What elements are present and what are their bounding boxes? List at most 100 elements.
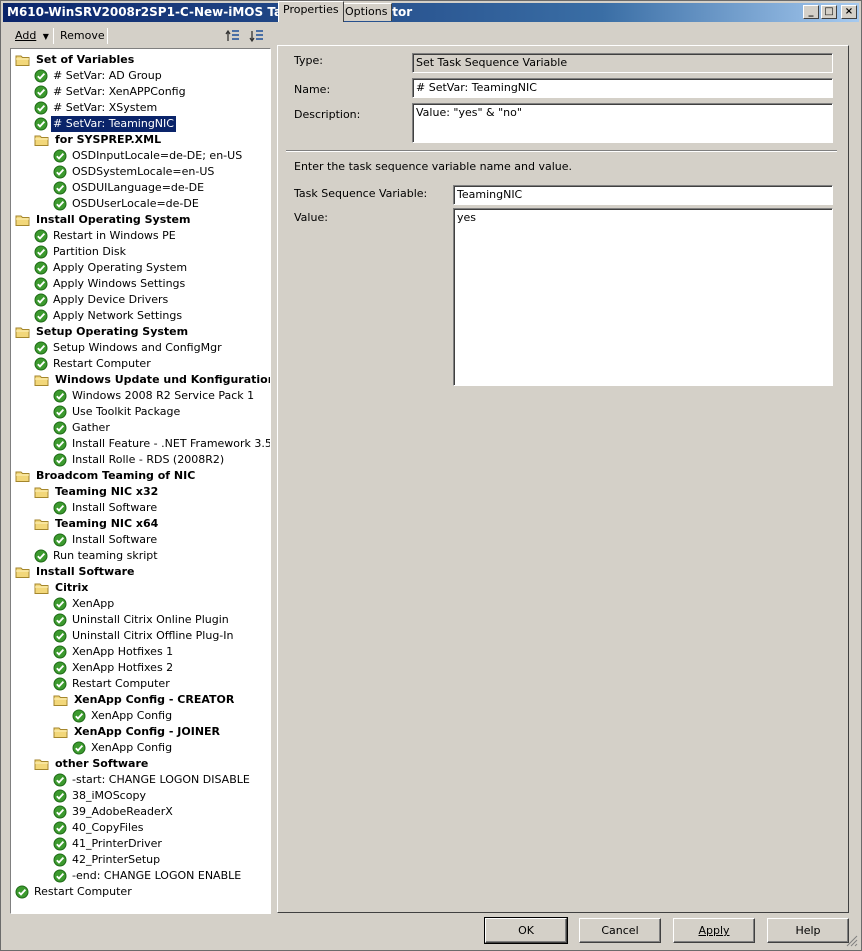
tree-step[interactable]: # SetVar: XSystem [34, 100, 159, 116]
tree-step[interactable]: 41_PrinterDriver [53, 836, 164, 852]
tab-properties[interactable]: Properties [278, 1, 344, 22]
name-input[interactable]: # SetVar: TeamingNIC [412, 78, 833, 98]
check-icon [34, 69, 48, 83]
tree-item-label: 41_PrinterDriver [72, 837, 162, 850]
add-menu-button[interactable]: Add ▼ [15, 28, 49, 44]
tree-step[interactable]: 38_iMOScopy [53, 788, 148, 804]
tree-step[interactable]: Restart in Windows PE [34, 228, 178, 244]
remove-button[interactable]: Remove [60, 28, 105, 44]
check-icon [34, 117, 48, 131]
folder-icon [15, 213, 31, 226]
tree-step[interactable]: XenApp Config [72, 740, 174, 756]
tree-group[interactable]: Install Software [15, 564, 137, 580]
tree-step[interactable]: XenApp Hotfixes 2 [53, 660, 175, 676]
tree-group[interactable]: Citrix [34, 580, 90, 596]
tree-group[interactable]: Teaming NIC x32 [34, 484, 160, 500]
tree-step[interactable]: XenApp Hotfixes 1 [53, 644, 175, 660]
tree-step[interactable]: Setup Windows and ConfigMgr [34, 340, 224, 356]
tree-step[interactable]: Install Rolle - RDS (2008R2) [53, 452, 226, 468]
check-icon [53, 149, 67, 163]
tree-step[interactable]: Uninstall Citrix Online Plugin [53, 612, 231, 628]
tree-step[interactable]: Gather [53, 420, 112, 436]
tree-step[interactable]: Use Toolkit Package [53, 404, 182, 420]
tab-properties-label: Properties [283, 3, 339, 16]
tree-item-label: Restart Computer [72, 677, 170, 690]
check-icon [53, 405, 67, 419]
tree-group[interactable]: for SYSPREP.XML [34, 132, 163, 148]
tree-step[interactable]: 42_PrinterSetup [53, 852, 162, 868]
check-icon [72, 709, 86, 723]
tree-step[interactable]: Restart Computer [53, 676, 172, 692]
tree-group[interactable]: Setup Operating System [15, 324, 190, 340]
check-icon [53, 453, 67, 467]
value-textarea[interactable]: yes [453, 208, 833, 386]
tree-item-label: Apply Operating System [53, 261, 188, 274]
tree-step[interactable]: -end: CHANGE LOGON ENABLE [53, 868, 243, 884]
tree-group[interactable]: Windows Update und Konfiguration [34, 372, 270, 388]
tree-step[interactable]: 40_CopyFiles [53, 820, 146, 836]
tree-step[interactable]: OSDInputLocale=de-DE; en-US [53, 148, 244, 164]
tree-step[interactable]: Install Feature - .NET Framework 3.5.1 [53, 436, 270, 452]
tree-item-label: Apply Device Drivers [53, 293, 169, 306]
tree-step[interactable]: XenApp [53, 596, 116, 612]
tree-step[interactable]: Uninstall Citrix Offline Plug-In [53, 628, 236, 644]
tree-step[interactable]: Run teaming skript [34, 548, 160, 564]
tree-step[interactable]: Apply Windows Settings [34, 276, 187, 292]
tree-step[interactable]: Apply Operating System [34, 260, 189, 276]
tree-item-label: Use Toolkit Package [72, 405, 181, 418]
tree-step[interactable]: Install Software [53, 500, 159, 516]
minimize-button[interactable]: _ [803, 5, 819, 19]
tree-group[interactable]: Teaming NIC x64 [34, 516, 160, 532]
tree-step[interactable]: # SetVar: XenAPPConfig [34, 84, 188, 100]
tree-item-label: # SetVar: XSystem [53, 101, 158, 114]
tree-item-label: OSDSystemLocale=en-US [72, 165, 215, 178]
move-down-icon[interactable] [249, 28, 265, 44]
tree-step[interactable]: OSDSystemLocale=en-US [53, 164, 216, 180]
move-up-icon[interactable] [225, 28, 241, 44]
tree-step[interactable]: Install Software [53, 532, 159, 548]
tree-item-label: 40_CopyFiles [72, 821, 144, 834]
tree-item-label: Restart Computer [53, 357, 151, 370]
maximize-button[interactable]: □ [821, 5, 837, 19]
tree-step[interactable]: XenApp Config [72, 708, 174, 724]
tree-step[interactable]: Apply Network Settings [34, 308, 184, 324]
tree-step[interactable]: Apply Device Drivers [34, 292, 170, 308]
tree-group[interactable]: other Software [34, 756, 150, 772]
help-button[interactable]: Help [767, 918, 849, 943]
tree-item-label: # SetVar: XenAPPConfig [53, 85, 186, 98]
tree-step[interactable]: Restart Computer [34, 356, 153, 372]
instruction-text: Enter the task sequence variable name an… [294, 160, 573, 173]
check-icon [53, 869, 67, 883]
variable-input[interactable]: TeamingNIC [453, 185, 833, 205]
tree-group[interactable]: Install Operating System [15, 212, 192, 228]
tree-step[interactable]: OSDUILanguage=de-DE [53, 180, 206, 196]
check-icon [34, 245, 48, 259]
close-button[interactable]: × [841, 5, 857, 19]
tree-step[interactable]: OSDUserLocale=de-DE [53, 196, 201, 212]
tree-item-label: Teaming NIC x32 [55, 485, 159, 498]
tree-item-label: -end: CHANGE LOGON ENABLE [72, 869, 242, 882]
tree-item-label: # SetVar: TeamingNIC [51, 116, 176, 132]
tree-step[interactable]: Partition Disk [34, 244, 128, 260]
tree-group[interactable]: XenApp Config - CREATOR [53, 692, 236, 708]
ok-button[interactable]: OK [484, 917, 568, 944]
tree-step[interactable]: # SetVar: TeamingNIC [34, 116, 176, 132]
description-input[interactable]: Value: "yes" & "no" [412, 103, 833, 143]
tab-options[interactable]: Options [340, 3, 393, 21]
cancel-button[interactable]: Cancel [579, 918, 661, 943]
tree-step[interactable]: Restart Computer [15, 884, 134, 900]
tree-step[interactable]: -start: CHANGE LOGON DISABLE [53, 772, 252, 788]
tree-group[interactable]: Broadcom Teaming of NIC [15, 468, 197, 484]
tree-item-label: Install Software [36, 565, 135, 578]
check-icon [53, 677, 67, 691]
tree-step[interactable]: # SetVar: AD Group [34, 68, 164, 84]
tree-step[interactable]: Windows 2008 R2 Service Pack 1 [53, 388, 256, 404]
apply-button[interactable]: Apply [673, 918, 755, 943]
tree-group[interactable]: XenApp Config - JOINER [53, 724, 222, 740]
check-icon [53, 197, 67, 211]
tree-group[interactable]: Set of Variables [15, 52, 136, 68]
task-sequence-tree[interactable]: Set of Variables # SetVar: AD Group # SetV… [10, 48, 271, 914]
resize-grip-icon[interactable] [846, 935, 858, 947]
tree-item-label: Uninstall Citrix Offline Plug-In [72, 629, 234, 642]
tree-step[interactable]: 39_AdobeReaderX [53, 804, 175, 820]
